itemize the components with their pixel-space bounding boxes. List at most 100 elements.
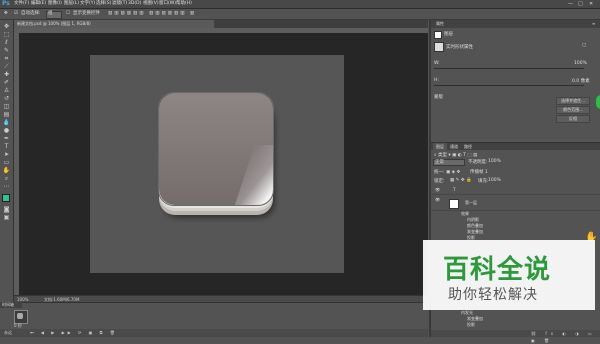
loop-option[interactable]: 永远 — [4, 329, 12, 337]
layer-row[interactable]: 👁 T — [431, 186, 600, 195]
lasso-tool-icon[interactable]: ℓ — [2, 39, 11, 46]
pen-tool-icon[interactable]: ✒ — [2, 135, 11, 142]
eraser-tool-icon[interactable]: ◫ — [2, 103, 11, 110]
tab-channels[interactable]: 通道 — [447, 143, 461, 150]
quick-mask-icon[interactable]: ◙ — [2, 206, 11, 213]
effects-row[interactable]: 投影 — [431, 322, 600, 328]
refine-label: 蒙版 — [434, 95, 443, 100]
layer-name: T — [453, 187, 456, 192]
layers-tab-bar: 图层 通道 路径 — [431, 143, 600, 150]
blend-mode-value: 正常 — [435, 160, 444, 165]
menu-select[interactable]: 选择(S) — [96, 0, 111, 8]
blur-tool-icon[interactable]: 💧 — [2, 119, 11, 126]
edit-toolbar-icon[interactable]: ⋯ — [2, 183, 11, 190]
frame-thumbnail-icon — [17, 313, 23, 319]
tab-paths[interactable]: 路径 — [461, 143, 475, 150]
marquee-tool-icon[interactable]: ⬚ — [2, 31, 11, 38]
options-bar: ✥ ☑ 自动选择: 组 ☐ 显示变换控件 ▥▥▥▥▥▥ ▥▥▥▥▥▥ ▥ — [0, 9, 600, 20]
eyedropper-tool-icon[interactable]: ⟋ — [2, 63, 11, 70]
select-and-mask-button[interactable]: 选择并遮住... — [556, 97, 590, 105]
add-mask-icon[interactable]: ▢ — [582, 43, 586, 48]
gradient-tool-icon[interactable]: ▤ — [2, 111, 11, 118]
document-tab[interactable]: 新建文档.psd @ 100% (图层 1, RGB/8) — [14, 20, 214, 28]
layer-properties-icon — [434, 31, 442, 39]
timeline-controls: 永远 ⏮ ◀ ▶ ▶▶ ⟳ ▣ ⧉ 🗑 — [0, 329, 428, 337]
density-slider[interactable] — [434, 68, 584, 69]
feather-slider[interactable] — [434, 85, 584, 86]
tools-panel: ✥ ⬚ ℓ ✎ ⌗ ⟋ ✚ ✐ ♙ ↺ ◫ ▤ 💧 ● ✒ T ➤ ▭ ✋ ⌕ … — [0, 20, 14, 320]
properties-section-title: 图层 — [444, 32, 453, 37]
properties-tab-bar: 属性 ≡ — [431, 20, 600, 28]
color-range-button[interactable]: 颜色范围... — [556, 106, 590, 114]
photoshop-logo: Ps — [2, 0, 10, 7]
layer-filter-icon[interactable]: ⌕ 类型 ▾ ▣ ◐ T ⬚ ▤ — [434, 152, 477, 158]
playback-buttons-icon[interactable]: ⏮ ◀ ▶ ▶▶ ⟳ ▣ ⧉ 🗑 — [30, 329, 118, 337]
show-transform-label: 显示变换控件 — [73, 11, 100, 16]
type-tool-icon[interactable]: T — [2, 143, 11, 150]
menu-help[interactable]: 帮助(H) — [176, 0, 192, 8]
move-tool-icon[interactable]: ✥ — [2, 23, 11, 30]
menu-edit[interactable]: 编辑(E) — [31, 0, 46, 8]
menu-bar: Ps 文件(F) 编辑(E) 图像(I) 图层(L) 文字(Y) 选择(S) 滤… — [0, 0, 600, 9]
history-brush-icon[interactable]: ↺ — [2, 95, 11, 102]
close-button[interactable]: ✕ — [589, 0, 593, 8]
menu-type[interactable]: 文字(Y) — [80, 0, 95, 8]
foreground-color-swatch[interactable] — [2, 194, 10, 202]
minimize-button[interactable]: — — [568, 0, 573, 8]
tab-layers[interactable]: 图层 — [433, 143, 447, 150]
auto-select-checkbox[interactable]: ☑ — [14, 10, 18, 18]
icon-outline — [158, 92, 274, 206]
menu-filter[interactable]: 滤镜(T) — [112, 0, 127, 8]
density-label: W: — [434, 61, 440, 66]
brush-tool-icon[interactable]: ✐ — [2, 79, 11, 86]
move-tool-icon[interactable]: ✥ — [4, 10, 8, 18]
effect-name: 投影 — [467, 322, 475, 327]
layer-row[interactable]: 👁 第一层 — [431, 196, 600, 211]
watermark-title: 百科全说 — [443, 255, 552, 285]
hand-tool-icon[interactable]: ✋ — [2, 167, 11, 174]
visibility-eye-icon[interactable]: 👁 — [435, 186, 440, 194]
quick-select-tool-icon[interactable]: ✎ — [2, 47, 11, 54]
path-select-tool-icon[interactable]: ➤ — [2, 151, 11, 158]
fill-value[interactable]: 100% — [488, 178, 501, 183]
visibility-eye-icon[interactable]: 👁 — [435, 196, 440, 204]
mask-thumbnail-icon[interactable] — [434, 42, 444, 52]
tab-properties[interactable]: 属性 — [433, 20, 447, 28]
layer-name: 第一层 — [465, 200, 477, 205]
show-transform-checkbox[interactable]: ☐ — [66, 10, 70, 18]
side-float-button[interactable] — [596, 95, 600, 109]
panel-menu-icon[interactable]: ≡ — [589, 20, 598, 28]
invert-button[interactable]: 反相 — [556, 115, 590, 123]
dodge-tool-icon[interactable]: ● — [2, 127, 11, 134]
menu-3d[interactable]: 3D(D) — [128, 0, 141, 8]
density-value[interactable]: 100% — [574, 61, 587, 66]
maximize-button[interactable]: □ — [578, 0, 583, 8]
opacity-label: 不透明度: — [468, 160, 488, 165]
fill-label: 填充: — [478, 179, 489, 184]
shape-tool-icon[interactable]: ▭ — [2, 159, 11, 166]
feather-label: H: — [434, 78, 439, 83]
feather-value[interactable]: 0.0 像素 — [572, 78, 590, 84]
menu-image[interactable]: 图像(I) — [48, 0, 62, 8]
opacity-value[interactable]: 100% — [488, 159, 501, 164]
auto-select-value: 组 — [48, 11, 53, 16]
menu-window[interactable]: 窗口(W) — [159, 0, 176, 8]
zoom-tool-icon[interactable]: ⌕ — [2, 175, 11, 182]
layer-kind-label: 实时形状属性 — [446, 45, 473, 50]
align-icons[interactable]: ▥▥▥▥▥▥ ▥▥▥▥▥▥ ▥ — [108, 10, 196, 18]
unify-icons[interactable]: 统一: ▣ ◈ ✥ — [434, 169, 460, 175]
stamp-tool-icon[interactable]: ♙ — [2, 87, 11, 94]
layers-footer-icons[interactable]: ⛓ fx ◐ ◑ ▭ ▣ 🗑 — [431, 330, 600, 343]
healing-tool-icon[interactable]: ✚ — [2, 71, 11, 78]
crop-tool-icon[interactable]: ⌗ — [2, 55, 11, 62]
menu-view[interactable]: 视图(V) — [143, 0, 159, 8]
auto-select-label: 自动选择: — [21, 11, 41, 16]
lock-label: 锁定: — [434, 179, 445, 184]
screen-mode-icon[interactable]: ▣ — [2, 214, 11, 221]
lock-icons[interactable]: ▦ ✎ ✥ 🔒 — [450, 178, 472, 183]
timeline-tab[interactable]: 时间轴 — [0, 302, 22, 308]
menu-layer[interactable]: 图层(L) — [64, 0, 79, 8]
watermark-subtitle: 助你轻松解决 — [448, 287, 538, 303]
propagate-frame-label[interactable]: 传播帧 1 — [470, 169, 488, 175]
menu-file[interactable]: 文件(F) — [14, 0, 29, 8]
